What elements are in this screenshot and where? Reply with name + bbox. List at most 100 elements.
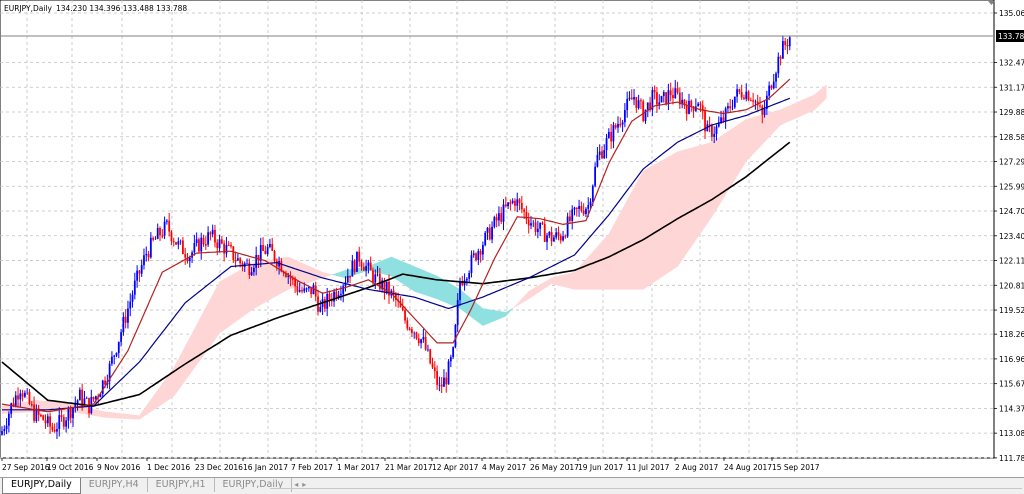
cloud-segment	[97, 409, 101, 417]
current-price-label: 133.788	[998, 32, 1024, 41]
cloud-segment	[555, 275, 559, 286]
cloud-segment	[672, 152, 676, 270]
cloud-segment	[739, 121, 742, 174]
cloud-segment	[228, 275, 232, 328]
cloud-segment	[125, 413, 129, 419]
y-tick-label: 114.375	[999, 404, 1024, 413]
cloud-segment	[24, 401, 28, 413]
cloud-segment	[812, 94, 816, 112]
x-tick-label: 1 Dec 2016	[147, 463, 190, 472]
cloud-segment	[704, 143, 708, 228]
cloud-segment	[819, 88, 823, 106]
cloud-segment	[423, 269, 426, 296]
tab-eurjpy-h4[interactable]: EURJPY,H4	[81, 478, 148, 492]
cloud-segment	[194, 324, 197, 369]
cloud-segment	[159, 383, 163, 406]
cloud-segment	[599, 241, 603, 290]
cloud-segment	[569, 272, 573, 290]
cloud-segment	[814, 92, 818, 111]
cloud-segment	[768, 112, 772, 138]
cloud-segment	[430, 272, 433, 298]
cloud-segment	[604, 235, 607, 290]
cloud-segment	[397, 259, 401, 283]
cloud-segment	[212, 290, 216, 344]
tab-eurjpy-h1[interactable]: EURJPY,H1	[148, 478, 215, 492]
cloud-segment	[778, 109, 781, 128]
cloud-segment	[134, 414, 138, 420]
cloud-segment	[317, 269, 321, 280]
cloud-segment	[787, 105, 790, 123]
cloud-segment	[109, 412, 113, 419]
cloud-segment	[764, 113, 768, 143]
cloud-segment	[594, 246, 598, 290]
cloud-segment	[196, 320, 200, 366]
cloud-segment	[624, 200, 628, 290]
cloud-segment	[178, 354, 181, 391]
cloud-segment	[791, 103, 795, 121]
cloud-segment	[242, 267, 245, 318]
cloud-segment	[771, 111, 774, 136]
cloud-segment	[501, 311, 504, 319]
cloud-segment	[608, 229, 612, 290]
tab-eurjpy-daily[interactable]: EURJPY,Daily	[2, 478, 81, 494]
cloud-segment	[315, 268, 319, 281]
cloud-segment	[709, 141, 713, 221]
cloud-segment	[304, 263, 307, 285]
cloud-segment	[821, 86, 825, 104]
plot-area[interactable]	[0, 0, 995, 459]
cloud-segment	[654, 162, 658, 283]
cloud-segment	[324, 272, 328, 278]
cloud-segment	[631, 187, 635, 290]
cloud-segment	[801, 99, 804, 117]
cloud-segment	[205, 303, 209, 353]
cloud-segment	[93, 408, 97, 417]
cloud-segment	[675, 151, 678, 269]
cloud-segment	[306, 264, 310, 284]
cloud-segment	[750, 117, 754, 157]
y-tick-label: 123.405	[999, 232, 1024, 241]
cloud-segment	[418, 268, 422, 294]
y-tick-label: 128.585	[999, 133, 1024, 142]
cloud-segment	[590, 251, 594, 290]
cloud-segment	[752, 116, 756, 155]
horizontal-scrollbar[interactable]	[270, 482, 1022, 489]
cloud-segment	[269, 259, 273, 300]
x-tick-label: 9 Nov 2016	[97, 463, 140, 472]
x-tick-label: 4 May 2017	[482, 463, 526, 472]
cloud-segment	[155, 389, 158, 410]
cloud-segment	[338, 271, 342, 278]
cloud-segment	[796, 101, 800, 119]
cloud-segment	[643, 169, 646, 290]
cloud-segment	[201, 311, 204, 360]
price-chart[interactable]: 135.060 132.470 131.175 129.880 128.585 127.2…	[0, 0, 1024, 477]
cloud-segment	[427, 271, 431, 297]
cloud-segment	[713, 138, 717, 214]
cloud-segment	[700, 144, 703, 234]
y-tick-label: 120.815	[999, 281, 1024, 290]
x-tick-label: 11 Jul 2017	[627, 463, 670, 472]
cloud-segment	[782, 107, 786, 125]
y-tick-label: 119.520	[999, 306, 1024, 315]
cloud-segment	[727, 129, 731, 192]
cloud-segment	[498, 310, 502, 320]
cloud-segment	[180, 350, 184, 388]
cloud-segment	[491, 309, 495, 323]
cloud-segment	[414, 266, 417, 293]
cloud-segment	[496, 310, 500, 321]
cloud-segment	[544, 280, 548, 289]
cloud-segment	[810, 95, 813, 113]
x-tick-label: 26 May 2017	[530, 463, 579, 472]
cloud-segment	[409, 264, 413, 291]
cloud-segment	[723, 132, 726, 199]
cloud-segment	[583, 258, 587, 290]
cloud-segment	[686, 148, 690, 254]
cloud-segment	[219, 280, 223, 334]
cloud-segment	[576, 266, 580, 290]
cloud-segment	[633, 183, 637, 290]
cloud-segment	[416, 267, 419, 294]
cloud-segment	[207, 298, 211, 350]
cloud-segment	[665, 156, 669, 275]
cloud-segment	[702, 143, 706, 231]
cloud-segment	[817, 90, 820, 108]
cloud-segment	[585, 256, 589, 290]
